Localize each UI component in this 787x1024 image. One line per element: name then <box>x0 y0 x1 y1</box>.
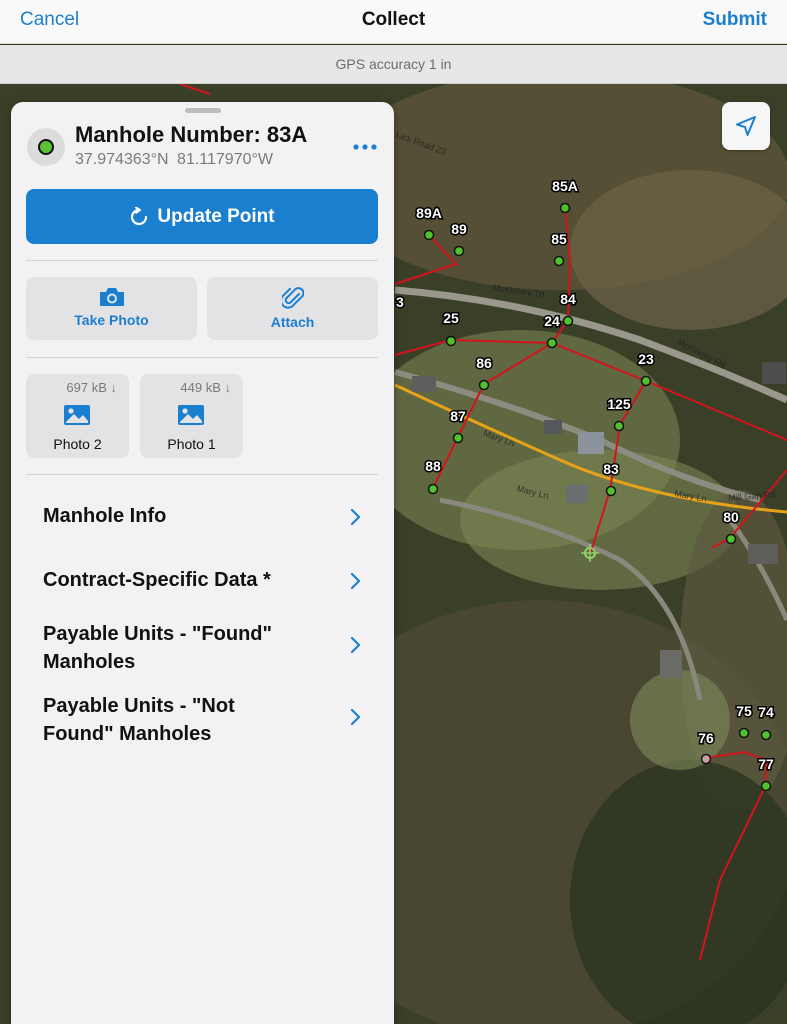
manhole-point[interactable] <box>453 245 465 257</box>
status-dot-icon <box>38 139 54 155</box>
ellipsis-icon <box>353 144 377 150</box>
section-contract-specific-data[interactable]: Contract-Specific Data * <box>43 566 363 594</box>
manhole-point[interactable] <box>613 420 625 432</box>
manhole-label: 85A <box>552 178 578 194</box>
manhole-point[interactable] <box>423 229 435 241</box>
manhole-point[interactable] <box>605 485 617 497</box>
attachment-name: Photo 1 <box>167 436 216 452</box>
manhole-point[interactable] <box>559 202 571 214</box>
chevron-right-icon[interactable] <box>348 707 362 727</box>
panel-grabber[interactable] <box>185 108 221 113</box>
manhole-label: 89A <box>416 205 442 221</box>
manhole-label: 87 <box>450 408 466 424</box>
manhole-label: 25 <box>443 310 459 326</box>
manhole-label: 125 <box>607 396 631 412</box>
section-manhole-info[interactable]: Manhole Info <box>43 502 363 530</box>
attachment-size: 697 kB ↓ <box>66 380 117 395</box>
refresh-icon <box>131 206 148 225</box>
attach-button[interactable]: Attach <box>207 277 378 340</box>
manhole-point[interactable] <box>546 337 558 349</box>
page-title: Collect <box>361 9 426 30</box>
manhole-point[interactable] <box>427 483 439 495</box>
manhole-point[interactable] <box>452 432 464 444</box>
manhole-label: 76 <box>698 730 714 746</box>
submit-button[interactable]: Submit <box>703 9 767 31</box>
road-label: Mary Ln <box>482 428 516 449</box>
manhole-point[interactable] <box>445 335 457 347</box>
feature-coordinates: 37.974363°N 81.117970°W <box>75 151 273 169</box>
divider <box>26 357 378 358</box>
longitude: 81.117970°W <box>177 151 273 168</box>
paperclip-icon <box>281 287 304 309</box>
attachment-tile[interactable]: 697 kB ↓ Photo 2 <box>26 374 129 458</box>
road-label: Lick Road 23 <box>395 129 448 156</box>
manhole-label: 83 <box>603 461 619 477</box>
image-icon <box>64 405 90 425</box>
latitude: 37.974363°N <box>75 151 169 168</box>
road-label: McKinney Rd <box>675 336 727 370</box>
take-photo-label: Take Photo <box>74 312 149 328</box>
update-point-button[interactable]: Update Point <box>26 189 378 244</box>
section-payable-units-found[interactable]: Payable Units - "Found" Manholes <box>43 620 273 676</box>
manhole-label: 24 <box>544 313 560 329</box>
manhole-label: 88 <box>425 458 441 474</box>
manhole-label: 85 <box>551 231 567 247</box>
road-label: Mary Ln <box>516 483 550 501</box>
locate-button[interactable] <box>722 102 770 150</box>
attachment-size: 449 kB ↓ <box>180 380 231 395</box>
section-payable-units-not-found[interactable]: Payable Units - "Not Found" Manholes <box>43 692 283 748</box>
chevron-right-icon[interactable] <box>348 507 362 527</box>
road-label: McKinney Trl <box>492 282 545 299</box>
manhole-label: 3 <box>396 294 404 310</box>
image-icon <box>178 405 204 425</box>
feature-status <box>27 128 65 166</box>
road-label: Mary Ln <box>674 488 708 503</box>
manhole-label: 84 <box>560 291 576 307</box>
chevron-right-icon[interactable] <box>348 635 362 655</box>
divider <box>26 260 378 261</box>
divider <box>26 474 378 475</box>
manhole-point[interactable] <box>562 315 574 327</box>
manhole-label: 23 <box>638 351 654 367</box>
manhole-point[interactable] <box>760 729 772 741</box>
manhole-point[interactable] <box>700 753 712 765</box>
chevron-right-icon[interactable] <box>348 571 362 591</box>
manhole-label: 80 <box>723 509 739 525</box>
manhole-point[interactable] <box>738 727 750 739</box>
manhole-point[interactable] <box>478 379 490 391</box>
gps-accuracy-banner: GPS accuracy 1 in <box>0 45 787 84</box>
attachment-tile[interactable]: 449 kB ↓ Photo 1 <box>140 374 243 458</box>
manhole-point[interactable] <box>760 780 772 792</box>
navigation-bar: Cancel Collect Submit <box>0 0 787 44</box>
road-label: Mill Gap Rd <box>728 489 776 502</box>
feature-title: Manhole Number: 83A <box>75 122 308 147</box>
manhole-point[interactable] <box>725 533 737 545</box>
manhole-point[interactable] <box>553 255 565 267</box>
gps-location-marker <box>581 544 599 562</box>
attach-label: Attach <box>270 314 315 330</box>
more-options-button[interactable] <box>352 138 378 151</box>
manhole-label: 74 <box>758 704 774 720</box>
camera-icon <box>99 288 124 306</box>
manhole-label: 86 <box>476 355 492 371</box>
location-arrow-icon <box>736 116 756 136</box>
manhole-label: 77 <box>758 756 774 772</box>
feature-panel: Manhole Number: 83A 37.974363°N 81.11797… <box>11 102 394 1024</box>
update-point-label: Update Point <box>157 205 275 227</box>
manhole-label: 89 <box>451 221 467 237</box>
manhole-point[interactable] <box>640 375 652 387</box>
take-photo-button[interactable]: Take Photo <box>26 277 197 340</box>
manhole-label: 75 <box>736 703 752 719</box>
attachment-name: Photo 2 <box>53 436 102 452</box>
